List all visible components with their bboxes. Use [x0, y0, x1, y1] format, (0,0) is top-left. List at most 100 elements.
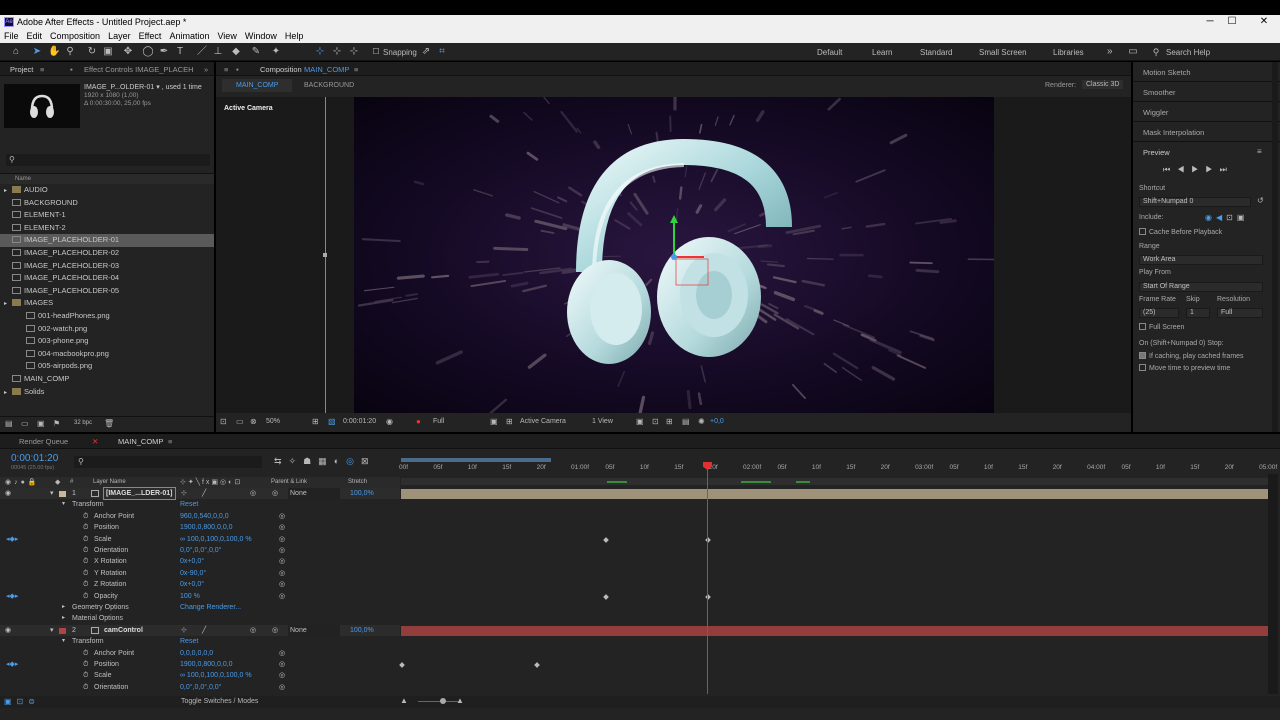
- property-row[interactable]: ⏱ Scale ∞ 100,0,100,0,100,0 % ◎: [0, 670, 400, 681]
- property-value[interactable]: 960,0,540,0,0,0: [180, 511, 229, 522]
- puppet-tool-icon[interactable]: ✦: [270, 46, 282, 58]
- tab-effect-controls[interactable]: Effect Controls IMAGE_PLACEH: [84, 65, 194, 74]
- if-caching-option[interactable]: If caching, play cached frames: [1139, 352, 1244, 360]
- workspace-learn[interactable]: Learn: [872, 48, 892, 57]
- footer-toggle-icons[interactable]: ▣⊡⊜: [4, 697, 40, 706]
- collapse-switch-icon[interactable]: ⊹: [181, 625, 187, 636]
- project-item[interactable]: MAIN_COMP: [0, 373, 214, 386]
- property-value[interactable]: 1900,0,800,0,0,0: [180, 659, 233, 670]
- timeline-current-time[interactable]: 0:00:01:20: [11, 453, 58, 464]
- layer-duration-bar[interactable]: [401, 489, 1268, 499]
- property-value[interactable]: 0x-90,0°: [180, 568, 206, 579]
- always-preview-icon[interactable]: ⊡: [220, 417, 227, 426]
- property-row[interactable]: ▾ Transform Reset: [0, 499, 400, 510]
- property-value[interactable]: Reset: [180, 636, 198, 647]
- time-ruler[interactable]: 00f 05f 10f 15f 20f 01:00f 05f 10f 15f 20f 02:00f 0…: [399, 462, 1277, 476]
- frame-blending-icon[interactable]: ▦: [318, 456, 334, 466]
- close-tab-icon[interactable]: ✕: [92, 437, 98, 446]
- av-switches-icon[interactable]: ◉♪●🔒: [5, 478, 40, 486]
- toggle-pixel-icon[interactable]: ▣: [636, 417, 644, 426]
- expression-pickwhip-icon[interactable]: ◎: [279, 648, 285, 659]
- visibility-icon[interactable]: ◉: [5, 488, 11, 499]
- property-value[interactable]: ∞ 100,0,100,0,100,0 %: [180, 534, 252, 545]
- exposure-icon[interactable]: ✺: [698, 417, 705, 426]
- rotate-tool-icon[interactable]: ↻: [86, 46, 98, 58]
- panel-smoother[interactable]: Smoother: [1143, 88, 1176, 97]
- panel-wiggler[interactable]: Wiggler: [1143, 108, 1168, 117]
- region-icon[interactable]: ⊞: [312, 417, 319, 426]
- range-dropdown[interactable]: Work Area: [1139, 255, 1263, 265]
- property-row[interactable]: ⏱ Z Rotation 0x+0,0° ◎: [0, 579, 400, 590]
- parent-dropdown[interactable]: None: [288, 488, 340, 500]
- property-row[interactable]: ⏱ Y Rotation 0x-90,0° ◎: [0, 568, 400, 579]
- project-item[interactable]: 002-watch.png: [0, 323, 214, 336]
- stopwatch-icon[interactable]: ⏱: [83, 534, 88, 545]
- overlays-toggle-icon[interactable]: ⊡: [1226, 213, 1237, 222]
- keyframe-icon[interactable]: [399, 662, 405, 668]
- tab-render-queue[interactable]: Render Queue: [19, 437, 68, 446]
- resolution-dropdown[interactable]: Full: [1217, 308, 1263, 318]
- next-frame-icon[interactable]: ▶: [1205, 165, 1219, 174]
- label-color[interactable]: [59, 627, 66, 634]
- composition-canvas[interactable]: [354, 97, 994, 413]
- layer-name[interactable]: [IMAGE_...LDER-01]: [103, 486, 176, 501]
- panel-motion-sketch[interactable]: Motion Sketch: [1143, 68, 1191, 77]
- crumb-main-comp[interactable]: MAIN_COMP: [236, 82, 278, 89]
- stopwatch-icon[interactable]: ⏱: [83, 511, 88, 522]
- timeline-search-input[interactable]: ⚲: [74, 456, 262, 468]
- video-toggle-icon[interactable]: ◉: [1205, 213, 1216, 222]
- layer-name[interactable]: camControl: [104, 625, 143, 636]
- project-item[interactable]: ELEMENT-1: [0, 209, 214, 222]
- menu-animation[interactable]: Animation: [165, 30, 213, 43]
- project-item[interactable]: 005-airpods.png: [0, 360, 214, 373]
- motion-blur-icon[interactable]: ◐: [334, 456, 346, 466]
- 3d-layer-icon[interactable]: ◎: [250, 625, 256, 636]
- workspace-standard[interactable]: Standard: [920, 48, 952, 57]
- tab-main-comp[interactable]: MAIN_COMP: [118, 437, 163, 446]
- keyframe-icon[interactable]: [534, 662, 540, 668]
- property-value[interactable]: 0x+0,0°: [180, 556, 204, 567]
- stopwatch-icon[interactable]: ⏱: [83, 591, 88, 602]
- stretch-value[interactable]: 100,0%: [350, 625, 374, 636]
- property-value[interactable]: 1900,0,800,0,0,0: [180, 522, 233, 533]
- roto-brush-tool-icon[interactable]: ✎: [250, 46, 262, 58]
- world-axis-icon[interactable]: ⊹: [331, 46, 343, 58]
- flowchart-icon[interactable]: ⚑: [53, 419, 60, 428]
- pan-behind-tool-icon[interactable]: ✥: [122, 46, 134, 58]
- layer-controls-icon[interactable]: ▣: [1237, 213, 1249, 222]
- expression-pickwhip-icon[interactable]: ◎: [279, 545, 285, 556]
- label-column-icon[interactable]: ◆: [55, 478, 60, 486]
- zoom-tool-icon[interactable]: ⚲: [64, 46, 76, 58]
- draft-3d-icon[interactable]: ✧: [289, 456, 304, 466]
- stretch-column[interactable]: Stretch: [348, 479, 367, 485]
- stopwatch-icon[interactable]: ⏱: [83, 568, 88, 579]
- camera-tool-icon[interactable]: ▣: [102, 46, 114, 58]
- panel-menu-icon[interactable]: ≡: [1257, 147, 1262, 156]
- menu-composition[interactable]: Composition: [46, 30, 104, 43]
- layer-duration-bar[interactable]: [401, 625, 1268, 636]
- expand-arrow-icon[interactable]: ▸: [4, 387, 12, 400]
- property-row[interactable]: ⏱ ◂◆▸ Opacity 100 % ◎: [0, 591, 400, 602]
- quality-switch-icon[interactable]: ╱: [202, 488, 206, 499]
- clone-stamp-tool-icon[interactable]: ⊥: [212, 46, 224, 58]
- twirl-arrow-icon[interactable]: ▾: [50, 625, 54, 636]
- comp-mini-flowchart-icon[interactable]: ⇆: [274, 456, 289, 466]
- property-row[interactable]: ▸ Material Options: [0, 613, 400, 624]
- current-time-display[interactable]: 0:00:01:20: [343, 418, 376, 425]
- project-item[interactable]: ▸ Solids: [0, 386, 214, 399]
- last-frame-icon[interactable]: ⏭: [1220, 165, 1234, 174]
- project-item[interactable]: 003-phone.png: [0, 335, 214, 348]
- search-help-input[interactable]: Search Help: [1166, 48, 1210, 57]
- selection-tool-icon[interactable]: ➤: [31, 46, 43, 58]
- toggle-switches-modes[interactable]: Toggle Switches / Modes: [181, 698, 258, 705]
- column-name[interactable]: Name: [15, 176, 31, 182]
- bit-depth-label[interactable]: 32 bpc: [74, 420, 92, 426]
- audio-toggle-icon[interactable]: ◀: [1216, 213, 1226, 222]
- property-row[interactable]: ⏱ ◂◆▸ Scale ∞ 100,0,100,0,100,0 % ◎: [0, 534, 400, 545]
- cache-checkbox[interactable]: [1139, 228, 1146, 235]
- move-time-checkbox[interactable]: [1139, 364, 1146, 371]
- right-panel-scrollbar[interactable]: [1272, 62, 1278, 432]
- menu-help[interactable]: Help: [281, 30, 308, 43]
- maximize-icon[interactable]: ☐: [1222, 16, 1242, 27]
- fast-previews-icon[interactable]: ▣: [490, 417, 498, 426]
